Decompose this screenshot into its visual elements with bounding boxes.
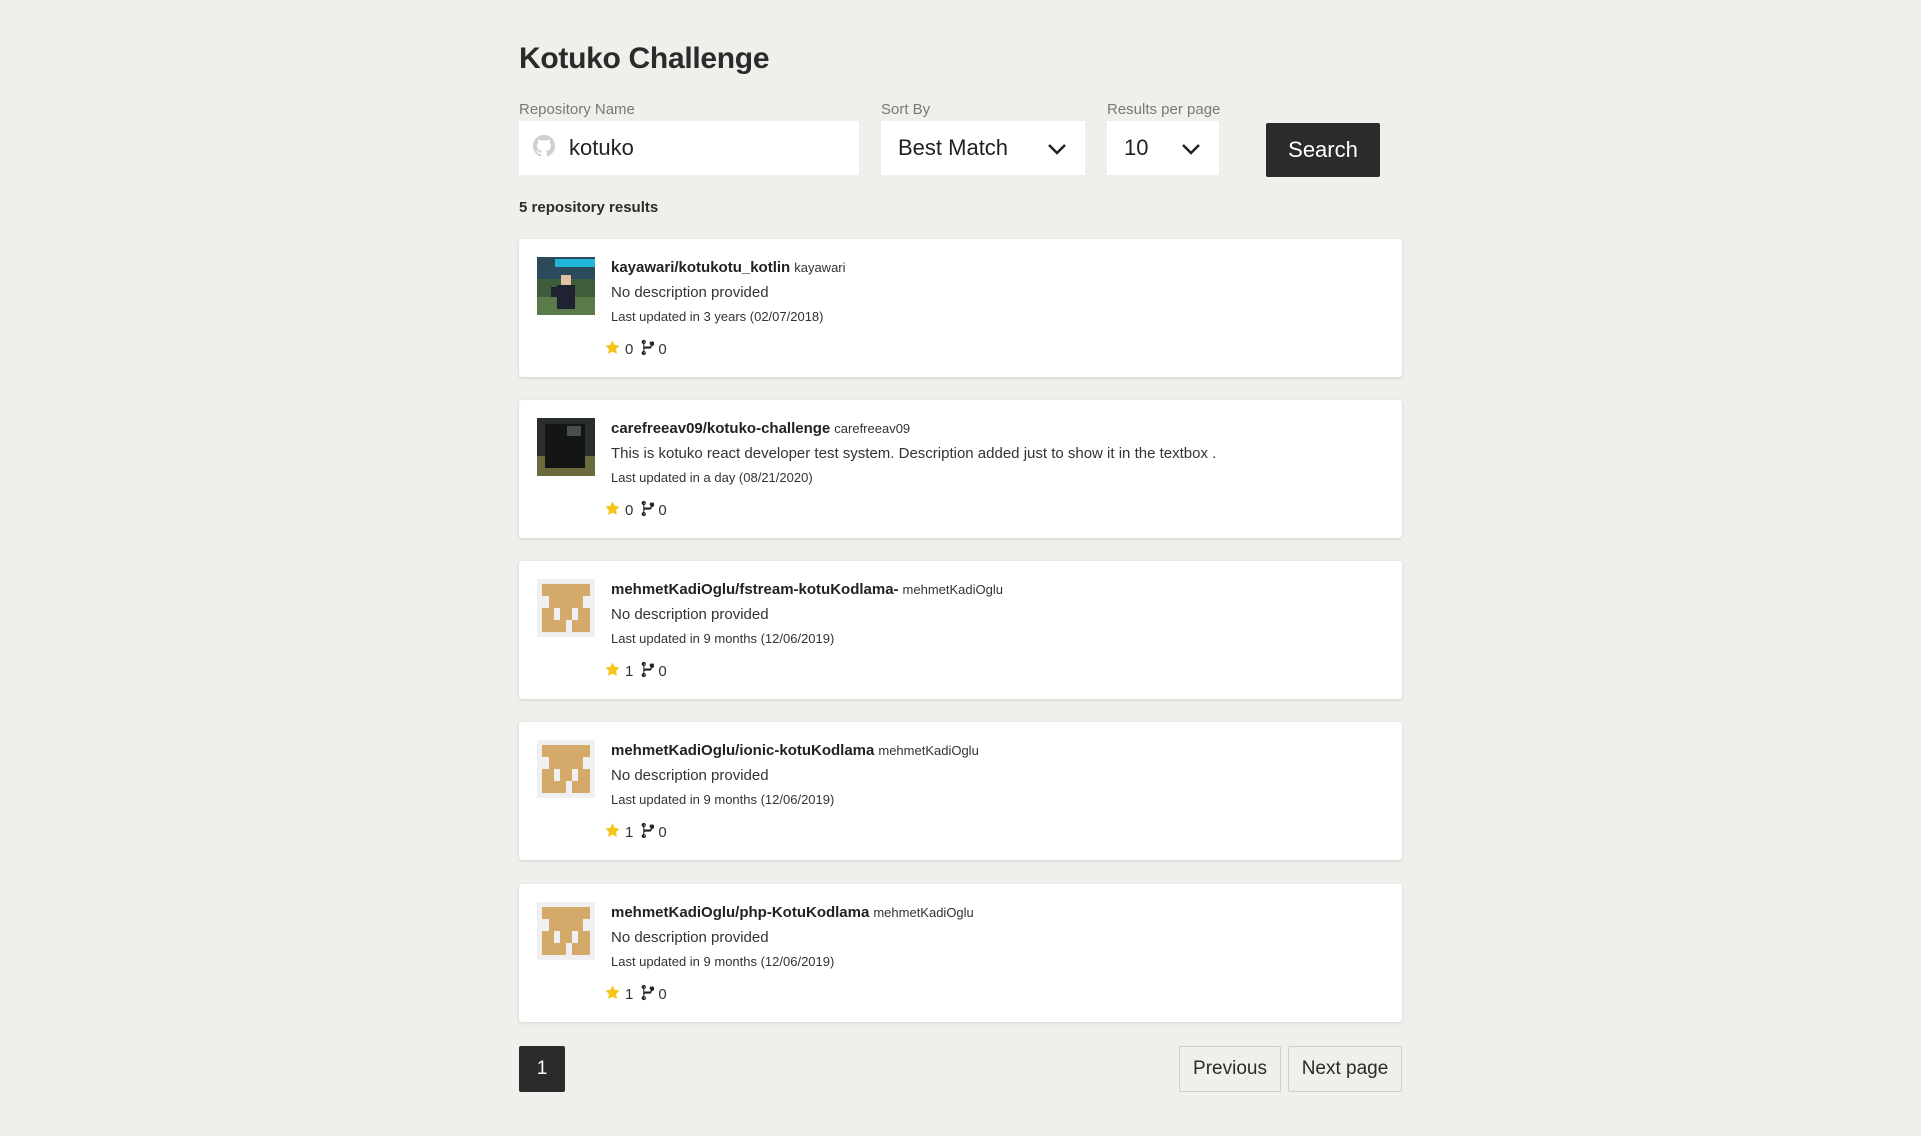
- avatar: [537, 740, 595, 798]
- next-page-button[interactable]: Next page: [1288, 1046, 1402, 1092]
- repo-description: No description provided: [611, 929, 769, 946]
- fork-count: 0: [658, 502, 667, 519]
- repo-updated: Last updated in a day (08/21/2020): [611, 470, 813, 485]
- repo-card[interactable]: kayawari/kotukotu_kotlin kayawari No desc…: [519, 239, 1402, 377]
- repo-owner: mehmetKadiOglu: [902, 582, 1003, 597]
- star-count: 1: [625, 663, 634, 680]
- repo-stats: 1 0: [604, 661, 675, 682]
- repo-stats: 1 0: [604, 984, 675, 1005]
- star-icon: [604, 500, 621, 521]
- star-icon: [604, 661, 621, 682]
- repo-stats: 0 0: [604, 500, 675, 521]
- per-page-value: 10: [1124, 135, 1149, 160]
- fork-count: 0: [658, 341, 667, 358]
- fork-icon: [641, 339, 655, 360]
- repo-card[interactable]: mehmetKadiOglu/ionic-kotuKodlama mehmetKa…: [519, 722, 1402, 860]
- repo-stats: 0 0: [604, 339, 675, 360]
- avatar: [537, 579, 595, 637]
- per-page-label: Results per page: [1107, 101, 1221, 118]
- repo-description: This is kotuko react developer test syst…: [611, 445, 1217, 462]
- repo-owner: mehmetKadiOglu: [873, 905, 974, 920]
- fork-icon: [641, 822, 655, 843]
- star-count: 0: [625, 341, 634, 358]
- repo-description: No description provided: [611, 767, 769, 784]
- sort-by-label: Sort By: [881, 101, 931, 118]
- sort-by-value: Best Match: [898, 135, 1009, 160]
- avatar: [537, 418, 595, 476]
- repo-owner: carefreeav09: [834, 421, 911, 436]
- repo-name-field[interactable]: [519, 121, 859, 175]
- repo-card[interactable]: mehmetKadiOglu/php-KotuKodlama mehmetKadi…: [519, 884, 1402, 1022]
- star-count: 1: [625, 824, 634, 841]
- repo-card[interactable]: carefreeav09/kotuko-challenge carefreeav0…: [519, 400, 1402, 538]
- fork-icon: [641, 661, 655, 682]
- repo-name-input[interactable]: [567, 134, 831, 162]
- search-button[interactable]: Search: [1266, 123, 1380, 177]
- repo-updated: Last updated in 3 years (02/07/2018): [611, 309, 824, 324]
- repo-updated: Last updated in 9 months (12/06/2019): [611, 792, 835, 807]
- chevron-down-icon: [1047, 135, 1067, 161]
- repo-name-label: Repository Name: [519, 101, 635, 118]
- fork-count: 0: [658, 986, 667, 1003]
- repo-owner: mehmetKadiOglu: [878, 743, 979, 758]
- repo-name-link[interactable]: kayawari/kotukotu_kotlin: [611, 259, 790, 276]
- github-icon: [533, 134, 555, 162]
- repo-name-link[interactable]: carefreeav09/kotuko-challenge: [611, 420, 830, 437]
- repo-stats: 1 0: [604, 822, 675, 843]
- avatar: [537, 902, 595, 960]
- repo-card[interactable]: mehmetKadiOglu/fstream-kotuKodlama-mehme…: [519, 561, 1402, 699]
- repo-name-link[interactable]: mehmetKadiOglu/ionic-kotuKodlama: [611, 742, 874, 759]
- previous-button[interactable]: Previous: [1179, 1046, 1281, 1092]
- chevron-down-icon: [1181, 135, 1201, 161]
- repo-updated: Last updated in 9 months (12/06/2019): [611, 631, 835, 646]
- repo-updated: Last updated in 9 months (12/06/2019): [611, 954, 835, 969]
- repo-name-link[interactable]: mehmetKadiOglu/php-KotuKodlama: [611, 904, 869, 921]
- repo-description: No description provided: [611, 284, 769, 301]
- fork-icon: [641, 500, 655, 521]
- page-1-button[interactable]: 1: [519, 1046, 565, 1092]
- fork-count: 0: [658, 663, 667, 680]
- star-count: 1: [625, 986, 634, 1003]
- repo-description: No description provided: [611, 606, 769, 623]
- sort-by-select[interactable]: Best Match: [881, 121, 1085, 175]
- star-icon: [604, 339, 621, 360]
- per-page-select[interactable]: 10: [1107, 121, 1219, 175]
- repo-name-link[interactable]: mehmetKadiOglu/fstream-kotuKodlama-: [611, 581, 899, 598]
- fork-count: 0: [658, 824, 667, 841]
- page-title: Kotuko Challenge: [519, 42, 770, 75]
- results-count: 5 repository results: [519, 199, 659, 216]
- avatar: [537, 257, 595, 315]
- star-icon: [604, 822, 621, 843]
- star-icon: [604, 984, 621, 1005]
- fork-icon: [641, 984, 655, 1005]
- repo-owner: kayawari: [794, 260, 846, 275]
- star-count: 0: [625, 502, 634, 519]
